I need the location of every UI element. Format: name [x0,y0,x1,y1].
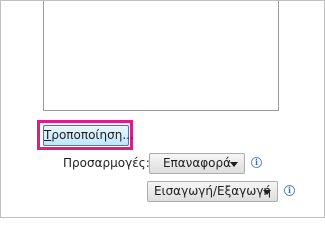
info-icon[interactable]: i [251,157,262,168]
reset-dropdown-button[interactable]: Επαναφορά [149,153,245,174]
chevron-down-icon [230,162,238,167]
options-panel: Τροποποίηση... Προσαρμογές: Επαναφορά i … [0,0,325,218]
info-icon[interactable]: i [284,185,295,196]
reset-button-label: Επαναφορά [162,156,232,170]
modify-button-label: Τροποποίηση... [44,128,134,142]
import-export-button-label: Εισαγωγή/Εξαγωγή [153,184,272,198]
import-export-dropdown-button[interactable]: Εισαγωγή/Εξαγωγή [147,181,278,202]
preview-area [43,1,279,111]
modify-button[interactable]: Τροποποίηση... [43,125,134,146]
customizations-label: Προσαρμογές: [63,156,150,170]
chevron-down-icon [263,190,271,195]
